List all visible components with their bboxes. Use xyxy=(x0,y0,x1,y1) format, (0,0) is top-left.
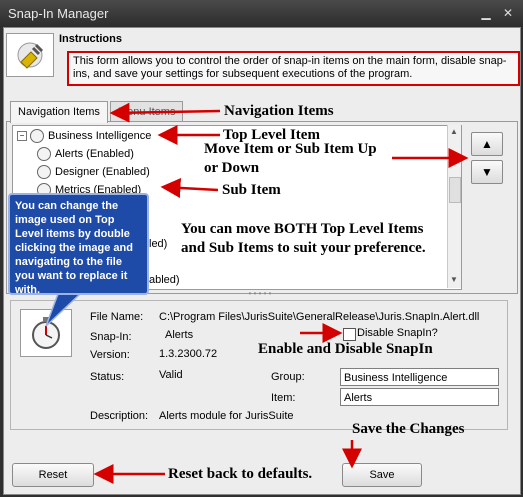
annotation-reset-defaults: Reset back to defaults. xyxy=(168,466,313,482)
annotation-move-both-1: You can move BOTH Top Level Items xyxy=(181,221,424,237)
annotation-enable-disable: Enable and Disable SnapIn xyxy=(258,341,433,357)
tab-navigation-items[interactable]: Navigation Items xyxy=(10,101,108,123)
annotation-move-item-2: or Down xyxy=(204,160,260,176)
annotation-save-changes: Save the Changes xyxy=(352,421,465,437)
annotation-move-both-2: and Sub Items to suit your preference. xyxy=(181,240,426,256)
annotation-move-item-1: Move Item or Sub Item Up xyxy=(204,141,377,157)
annotation-navigation-items: Navigation Items xyxy=(224,103,334,119)
annotation-sub-item: Sub Item xyxy=(222,182,281,198)
image-callout: You can change the image used on Top Lev… xyxy=(8,193,149,296)
